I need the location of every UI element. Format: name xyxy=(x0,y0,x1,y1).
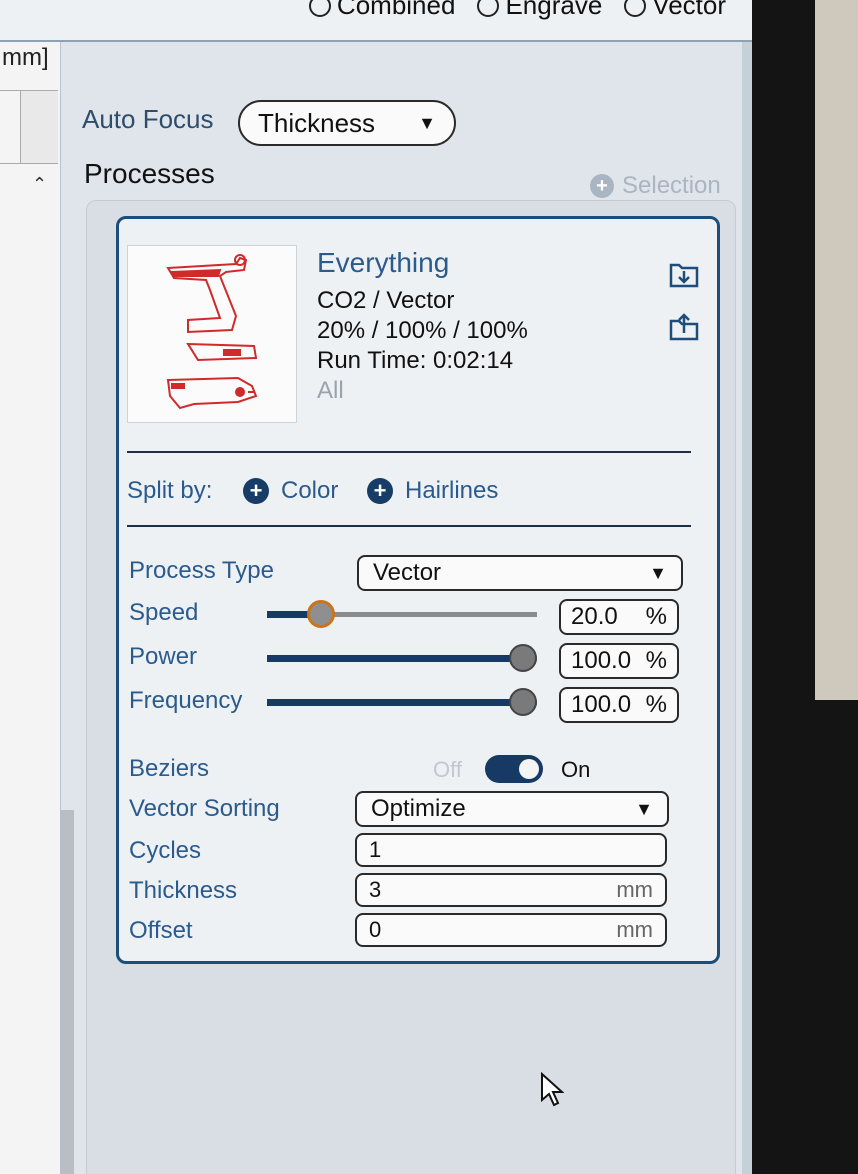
add-selection-button[interactable]: + Selection xyxy=(590,172,721,200)
export-settings-icon[interactable] xyxy=(667,311,701,341)
divider xyxy=(127,525,691,527)
power-slider[interactable] xyxy=(267,644,537,672)
top-bar: Combined Engrave Vector xyxy=(0,0,752,42)
grid-divider xyxy=(20,91,21,163)
thickness-unit: mm xyxy=(616,877,653,902)
vector-sorting-value: Optimize xyxy=(371,795,466,822)
dropdown-arrow-icon: ▼ xyxy=(649,562,667,583)
scroll-up-icon[interactable]: ⌃ xyxy=(32,174,47,195)
mouse-cursor-icon xyxy=(541,1072,564,1107)
radio-circle-icon xyxy=(477,0,500,17)
import-settings-icon[interactable] xyxy=(667,259,701,289)
radio-label: Vector xyxy=(652,0,726,20)
thickness-value: 3 xyxy=(369,877,382,902)
frequency-slider[interactable] xyxy=(267,688,537,716)
process-name: Everything xyxy=(317,247,450,278)
offset-input[interactable]: 0 mm xyxy=(355,913,667,947)
frequency-value: 100.0 xyxy=(571,691,632,718)
speed-label: Speed xyxy=(129,599,199,626)
cycles-input[interactable]: 1 xyxy=(355,833,667,867)
beziers-toggle[interactable] xyxy=(485,755,543,783)
slider-knob[interactable] xyxy=(509,644,537,672)
radio-circle-icon xyxy=(308,0,331,17)
frequency-unit: % xyxy=(645,691,667,718)
left-pane xyxy=(0,42,61,1174)
offset-label: Offset xyxy=(129,917,193,944)
auto-focus-select[interactable]: Thickness ▼ xyxy=(238,100,456,146)
divider xyxy=(127,451,691,453)
thickness-label: Thickness xyxy=(129,877,238,904)
auto-focus-value: Thickness xyxy=(258,107,376,138)
slider-knob[interactable] xyxy=(307,600,335,628)
beziers-on-label: On xyxy=(561,757,591,782)
thickness-input[interactable]: 3 mm xyxy=(355,873,667,907)
process-type-value: Vector xyxy=(373,559,442,586)
offset-unit: mm xyxy=(616,917,653,942)
run-time: Run Time: 0:02:14 xyxy=(317,347,514,374)
unit-label: mm] xyxy=(2,44,49,71)
split-by-hairlines-button[interactable]: + Hairlines xyxy=(367,477,498,505)
vector-sorting-label: Vector Sorting xyxy=(129,795,280,822)
offset-value: 0 xyxy=(369,917,382,942)
power-unit: % xyxy=(645,647,667,674)
split-option-label: Hairlines xyxy=(405,477,499,504)
power-label: Power xyxy=(129,643,198,670)
dropdown-arrow-icon: ▼ xyxy=(635,798,653,819)
plus-icon: + xyxy=(590,174,614,198)
selection-label: Selection xyxy=(622,172,721,199)
slider-fill xyxy=(267,655,523,662)
cycles-label: Cycles xyxy=(129,837,202,864)
speed-input[interactable]: 20.0 % xyxy=(559,599,679,635)
processes-title: Processes xyxy=(84,158,215,189)
dropdown-arrow-icon: ▼ xyxy=(418,112,436,133)
grid-cell xyxy=(20,91,58,163)
process-card[interactable]: Everything CO2 / Vector 20% / 100% / 100… xyxy=(116,216,720,964)
beziers-label: Beziers xyxy=(129,755,210,782)
plus-icon: + xyxy=(367,478,393,504)
settings-summary: 20% / 100% / 100% xyxy=(317,317,528,344)
radio-vector[interactable]: Vector xyxy=(624,0,726,21)
power-value: 100.0 xyxy=(571,647,632,674)
speed-value: 20.0 xyxy=(571,603,618,630)
split-by-label: Split by: xyxy=(127,477,213,504)
left-grid-header xyxy=(0,90,58,164)
process-type-select[interactable]: Vector ▼ xyxy=(357,555,683,591)
background-wall xyxy=(815,0,858,700)
radio-circle-icon xyxy=(624,0,647,17)
frequency-input[interactable]: 100.0 % xyxy=(559,687,679,723)
radio-combined[interactable]: Combined xyxy=(308,0,456,21)
power-input[interactable]: 100.0 % xyxy=(559,643,679,679)
slider-fill xyxy=(267,699,523,706)
speed-unit: % xyxy=(645,603,667,630)
vector-sorting-select[interactable]: Optimize ▼ xyxy=(355,791,669,827)
panel-edge xyxy=(742,42,752,1174)
split-option-label: Color xyxy=(281,477,339,504)
toggle-knob xyxy=(519,759,539,779)
laser-type: CO2 / Vector xyxy=(317,287,455,314)
cycles-value: 1 xyxy=(369,837,382,862)
process-scope: All xyxy=(317,377,344,404)
process-type-label: Process Type xyxy=(129,557,274,584)
plus-icon: + xyxy=(243,478,269,504)
app-screen: Combined Engrave Vector mm] ⌃ Auto Focus… xyxy=(0,0,752,1174)
split-by-color-button[interactable]: + Color xyxy=(243,477,338,505)
scrollbar[interactable] xyxy=(60,810,74,1174)
frequency-label: Frequency xyxy=(129,687,243,714)
design-preview-icon xyxy=(166,254,258,410)
speed-slider[interactable] xyxy=(267,600,537,628)
radio-label: Engrave xyxy=(505,0,603,20)
slider-knob[interactable] xyxy=(509,688,537,716)
radio-label: Combined xyxy=(336,0,456,20)
radio-engrave[interactable]: Engrave xyxy=(477,0,602,21)
beziers-off-label: Off xyxy=(433,757,462,782)
process-mode-radios: Combined Engrave Vector xyxy=(308,0,726,21)
process-thumbnail xyxy=(127,245,297,423)
auto-focus-label: Auto Focus xyxy=(82,104,214,134)
